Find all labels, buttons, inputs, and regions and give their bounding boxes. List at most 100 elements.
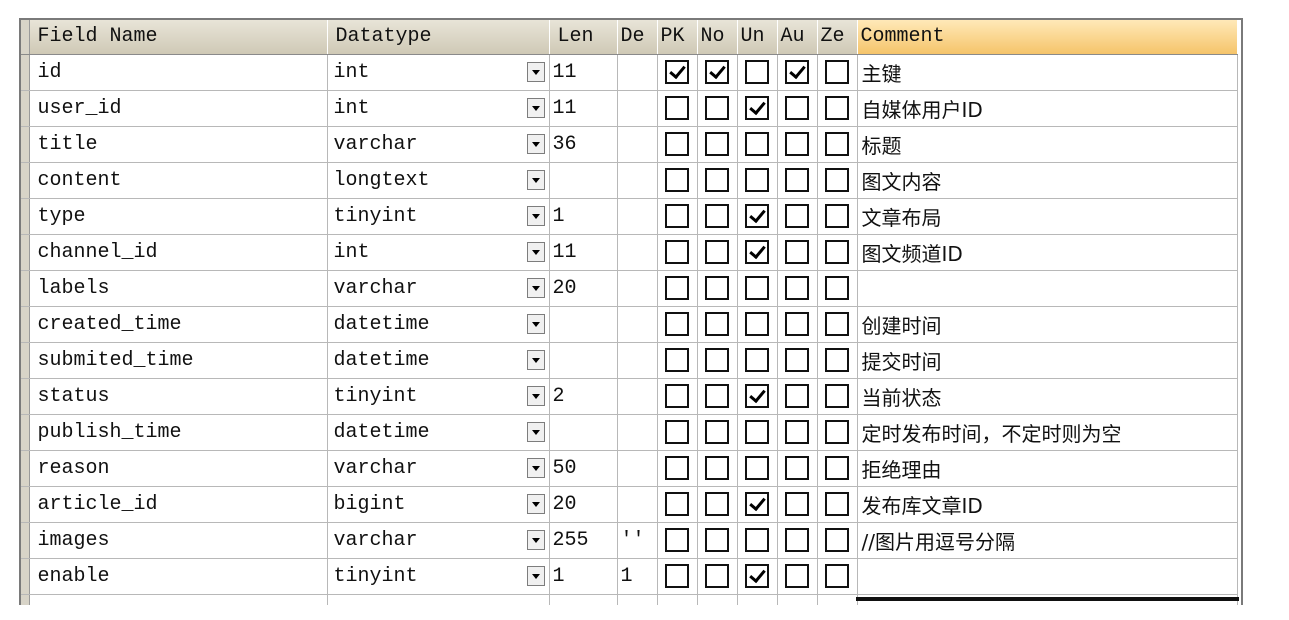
comment-cell[interactable] [857, 558, 1238, 595]
row-selector[interactable] [21, 414, 30, 451]
default-cell[interactable] [617, 414, 658, 451]
default-cell[interactable] [617, 306, 658, 343]
table-row[interactable]: status tinyint 2 当前状态 [21, 378, 1238, 415]
default-cell[interactable] [617, 234, 658, 271]
unsigned-checkbox[interactable] [745, 167, 769, 192]
length-cell[interactable]: 255 [549, 522, 618, 559]
length-cell[interactable]: 2 [549, 378, 618, 415]
col-header-datatype[interactable]: Datatype [327, 20, 550, 55]
pk-checkbox[interactable] [665, 419, 689, 444]
col-header-len[interactable]: Len [549, 20, 618, 55]
unsigned-checkbox[interactable] [745, 95, 769, 120]
datatype-dropdown-arrow-icon[interactable] [526, 241, 545, 262]
not-null-checkbox[interactable] [705, 419, 729, 444]
not-null-checkbox[interactable] [705, 131, 729, 156]
not-null-checkbox[interactable] [705, 455, 729, 480]
comment-cell[interactable]: 图文内容 [857, 162, 1238, 199]
not-null-checkbox[interactable] [705, 311, 729, 336]
pk-checkbox[interactable] [665, 527, 689, 552]
datatype-dropdown-arrow-icon[interactable] [526, 493, 545, 514]
table-row[interactable]: created_time datetime 创建时间 [21, 306, 1238, 343]
not-null-checkbox[interactable] [705, 167, 729, 192]
table-row[interactable]: user_id int 11 自媒体用户ID [21, 90, 1238, 127]
datatype-cell[interactable]: bigint [327, 486, 550, 523]
datatype-cell[interactable]: datetime [327, 414, 550, 451]
col-header-auto-increment[interactable]: Au [777, 20, 818, 55]
datatype-dropdown-arrow-icon[interactable] [526, 529, 545, 550]
unsigned-checkbox[interactable] [745, 491, 769, 516]
datatype-cell[interactable]: int [327, 234, 550, 271]
pk-checkbox[interactable] [665, 167, 689, 192]
row-selector[interactable] [21, 342, 30, 379]
zerofill-checkbox[interactable] [825, 311, 849, 336]
default-cell[interactable] [617, 162, 658, 199]
empty-cell[interactable] [737, 594, 778, 605]
zerofill-checkbox[interactable] [825, 59, 849, 84]
table-row[interactable]: images varchar 255 '' //图片用逗号分隔 [21, 522, 1238, 559]
default-cell[interactable] [617, 486, 658, 523]
col-header-not-null[interactable]: No [697, 20, 738, 55]
unsigned-checkbox[interactable] [745, 59, 769, 84]
unsigned-checkbox[interactable] [745, 275, 769, 300]
table-row[interactable]: article_id bigint 20 发布库文章ID [21, 486, 1238, 523]
default-cell[interactable] [617, 270, 658, 307]
length-cell[interactable] [549, 414, 618, 451]
col-header-comment[interactable]: Comment [857, 20, 1238, 55]
row-selector[interactable] [21, 198, 30, 235]
zerofill-checkbox[interactable] [825, 95, 849, 120]
empty-cell[interactable] [327, 594, 550, 605]
zerofill-checkbox[interactable] [825, 131, 849, 156]
not-null-checkbox[interactable] [705, 59, 729, 84]
not-null-checkbox[interactable] [705, 203, 729, 228]
auto-increment-checkbox[interactable] [785, 563, 809, 588]
row-selector[interactable] [21, 378, 30, 415]
row-selector[interactable] [21, 306, 30, 343]
datatype-dropdown-arrow-icon[interactable] [526, 385, 545, 406]
auto-increment-checkbox[interactable] [785, 275, 809, 300]
field-name-cell[interactable]: article_id [29, 486, 328, 523]
unsigned-checkbox[interactable] [745, 311, 769, 336]
pk-checkbox[interactable] [665, 311, 689, 336]
comment-cell[interactable]: 主键 [857, 54, 1238, 91]
table-row[interactable]: content longtext 图文内容 [21, 162, 1238, 199]
length-cell[interactable] [549, 342, 618, 379]
comment-cell[interactable]: 文章布局 [857, 198, 1238, 235]
row-selector[interactable] [21, 486, 30, 523]
pk-checkbox[interactable] [665, 275, 689, 300]
datatype-dropdown-arrow-icon[interactable] [526, 169, 545, 190]
default-cell[interactable] [617, 54, 658, 91]
pk-checkbox[interactable] [665, 95, 689, 120]
auto-increment-checkbox[interactable] [785, 383, 809, 408]
pk-checkbox[interactable] [665, 239, 689, 264]
comment-cell[interactable]: 当前状态 [857, 378, 1238, 415]
comment-cell[interactable]: 创建时间 [857, 306, 1238, 343]
table-row[interactable]: reason varchar 50 拒绝理由 [21, 450, 1238, 487]
auto-increment-checkbox[interactable] [785, 167, 809, 192]
comment-cell[interactable]: 发布库文章ID [857, 486, 1238, 523]
datatype-dropdown-arrow-icon[interactable] [526, 205, 545, 226]
zerofill-checkbox[interactable] [825, 203, 849, 228]
field-name-cell[interactable]: status [29, 378, 328, 415]
empty-cell[interactable] [777, 594, 818, 605]
not-null-checkbox[interactable] [705, 491, 729, 516]
not-null-checkbox[interactable] [705, 239, 729, 264]
comment-cell[interactable]: //图片用逗号分隔 [857, 522, 1238, 559]
field-name-cell[interactable]: labels [29, 270, 328, 307]
row-selector[interactable] [21, 522, 30, 559]
zerofill-checkbox[interactable] [825, 167, 849, 192]
not-null-checkbox[interactable] [705, 275, 729, 300]
auto-increment-checkbox[interactable] [785, 59, 809, 84]
pk-checkbox[interactable] [665, 563, 689, 588]
datatype-dropdown-arrow-icon[interactable] [526, 313, 545, 334]
datatype-cell[interactable]: varchar [327, 270, 550, 307]
empty-cell[interactable] [817, 594, 858, 605]
datatype-cell[interactable]: int [327, 54, 550, 91]
datatype-cell[interactable]: datetime [327, 306, 550, 343]
zerofill-checkbox[interactable] [825, 563, 849, 588]
datatype-cell[interactable]: longtext [327, 162, 550, 199]
pk-checkbox[interactable] [665, 59, 689, 84]
field-name-cell[interactable]: reason [29, 450, 328, 487]
length-cell[interactable]: 20 [549, 486, 618, 523]
empty-cell[interactable] [549, 594, 618, 605]
length-cell[interactable]: 50 [549, 450, 618, 487]
